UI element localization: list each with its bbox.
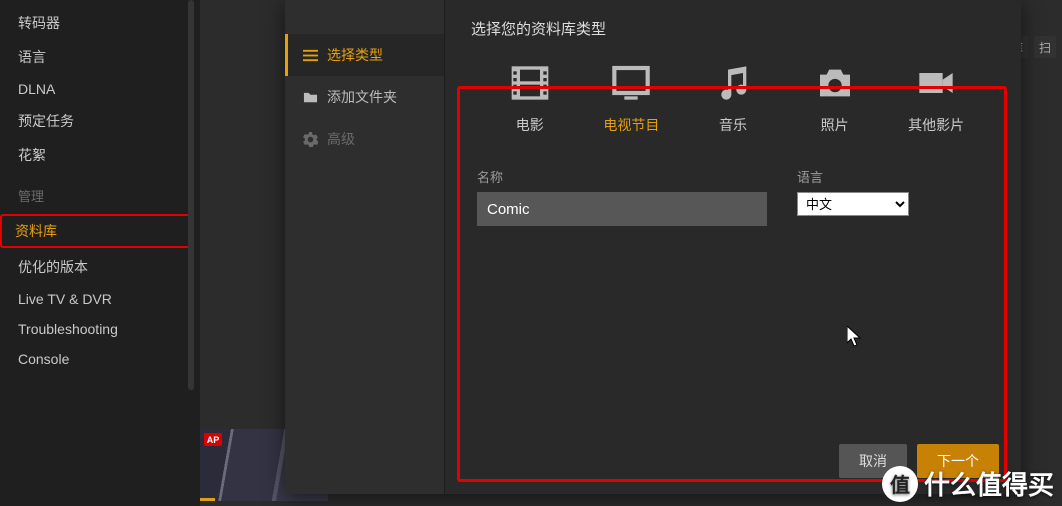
stage-button-2[interactable]: 扫 xyxy=(1034,36,1056,58)
sidebar-item-extras[interactable]: 花絮 xyxy=(0,138,200,172)
name-label: 名称 xyxy=(477,167,767,186)
modal-body: 选择您的资料库类型 电影 电视节目 音乐 照片 其他影片 xyxy=(445,0,1021,494)
sidebar-item-console[interactable]: Console xyxy=(0,344,200,374)
video-icon xyxy=(916,63,956,103)
tv-icon xyxy=(611,63,651,103)
cursor-icon xyxy=(847,326,863,348)
sidebar-item-dlna[interactable]: DLNA xyxy=(0,74,200,104)
sidebar-item-libraries[interactable]: 资料库 xyxy=(0,214,192,248)
modal-step-select-type[interactable]: 选择类型 xyxy=(285,34,444,76)
thumbnail-progress xyxy=(200,498,215,501)
sidebar-item-livetv-dvr[interactable]: Live TV & DVR xyxy=(0,284,200,314)
watermark-text: 什么值得买 xyxy=(924,465,1054,502)
sidebar-item-transcoder[interactable]: 转码器 xyxy=(0,6,200,40)
type-tv[interactable]: 电视节目 xyxy=(588,63,674,135)
music-icon xyxy=(713,63,753,103)
sidebar-item-language[interactable]: 语言 xyxy=(0,40,200,74)
modal-steps-nav: 选择类型 添加文件夹 高级 xyxy=(285,0,445,494)
sidebar-item-optimized[interactable]: 优化的版本 xyxy=(0,250,200,284)
sidebar-section-manage: 管理 xyxy=(0,172,200,212)
type-music[interactable]: 音乐 xyxy=(690,63,776,135)
type-tv-label: 电视节目 xyxy=(603,115,659,135)
type-other-label: 其他影片 xyxy=(908,115,964,135)
type-photo-label: 照片 xyxy=(821,115,849,135)
gear-icon xyxy=(303,132,318,147)
type-movie[interactable]: 电影 xyxy=(487,63,573,135)
highlight-box xyxy=(457,86,1007,482)
film-icon xyxy=(510,63,550,103)
list-icon xyxy=(303,48,318,63)
lang-select[interactable]: 中文 xyxy=(797,192,909,216)
type-music-label: 音乐 xyxy=(719,115,747,135)
watermark-coin: 值 xyxy=(882,466,918,502)
name-input[interactable] xyxy=(477,192,767,226)
type-photo[interactable]: 照片 xyxy=(792,63,878,135)
library-form: 名称 语言 中文 xyxy=(471,167,995,226)
lang-label: 语言 xyxy=(797,167,909,186)
type-movie-label: 电影 xyxy=(516,115,544,135)
sidebar-item-scheduled[interactable]: 预定任务 xyxy=(0,104,200,138)
sidebar-item-troubleshooting[interactable]: Troubleshooting xyxy=(0,314,200,344)
camera-icon xyxy=(815,63,855,103)
watermark: 值 什么值得买 xyxy=(882,465,1054,502)
thumbnail-badge: AP xyxy=(204,433,222,446)
settings-sidebar: 转码器 语言 DLNA 预定任务 花絮 管理 资料库 优化的版本 Live TV… xyxy=(0,0,200,506)
modal-title: 选择您的资料库类型 xyxy=(471,18,995,39)
modal-step-add-folder-label: 添加文件夹 xyxy=(327,87,397,107)
folder-icon xyxy=(303,90,318,105)
modal-step-add-folder[interactable]: 添加文件夹 xyxy=(285,76,444,118)
modal-step-advanced: 高级 xyxy=(285,118,444,160)
modal-step-select-type-label: 选择类型 xyxy=(327,45,383,65)
name-field-wrapper: 名称 xyxy=(477,167,767,226)
type-other[interactable]: 其他影片 xyxy=(893,63,979,135)
add-library-modal: 选择类型 添加文件夹 高级 选择您的资料库类型 电影 电视节目 xyxy=(285,0,1021,494)
lang-field-wrapper: 语言 中文 xyxy=(797,167,909,226)
modal-step-advanced-label: 高级 xyxy=(327,129,355,149)
library-type-chooser: 电影 电视节目 音乐 照片 其他影片 xyxy=(471,59,995,145)
